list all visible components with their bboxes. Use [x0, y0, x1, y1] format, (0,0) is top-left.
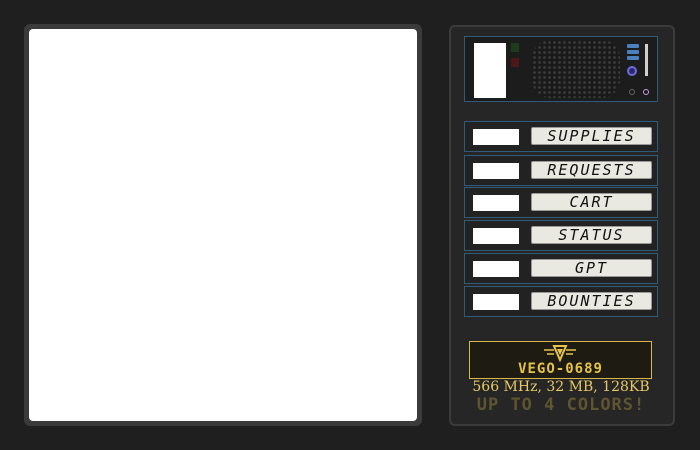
menu-item-indicator — [473, 163, 519, 179]
brand-tagline: UP TO 4 COLORS! — [476, 395, 646, 415]
menu-item-bounties[interactable]: BOUNTIES — [464, 286, 658, 317]
power-knob-icon[interactable] — [627, 66, 637, 76]
main-screen[interactable] — [29, 29, 417, 421]
menu-item-status[interactable]: STATUS — [464, 220, 658, 251]
small-button-icon[interactable] — [629, 89, 635, 95]
menu-item-indicator — [473, 195, 519, 211]
menu-item-indicator — [473, 228, 519, 244]
speaker-grille-icon — [532, 40, 620, 98]
menu-item-supplies[interactable]: SUPPLIES — [464, 121, 658, 152]
menu-item-gpt[interactable]: GPT — [464, 253, 658, 284]
menu-item-cart[interactable]: CART — [464, 187, 658, 218]
volume-slider[interactable] — [645, 44, 648, 76]
menu-item-label[interactable]: REQUESTS — [531, 161, 652, 179]
card-slot[interactable] — [474, 43, 506, 98]
menu-item-label[interactable]: BOUNTIES — [531, 292, 652, 310]
menu-item-label[interactable]: SUPPLIES — [531, 127, 652, 145]
menu-item-label[interactable]: CART — [531, 193, 652, 211]
small-button-icon[interactable] — [643, 89, 649, 95]
status-led-red-icon — [511, 58, 519, 67]
menu-item-indicator — [473, 294, 519, 310]
status-led-green-icon — [511, 43, 519, 52]
menu-item-indicator — [473, 261, 519, 277]
hardware-specs: 566 MHz, 32 MB, 128KB — [472, 379, 650, 395]
menu-item-indicator — [473, 129, 519, 145]
menu-item-label[interactable]: GPT — [531, 259, 652, 277]
menu-item-requests[interactable]: REQUESTS — [464, 155, 658, 186]
indicator-bar-icon — [627, 50, 639, 54]
menu-item-label[interactable]: STATUS — [531, 226, 652, 244]
indicator-bar-icon — [627, 44, 639, 48]
vego-logo-icon — [544, 345, 576, 363]
brand-name: VEGO-0689 — [518, 361, 603, 377]
indicator-bar-icon — [627, 56, 639, 60]
